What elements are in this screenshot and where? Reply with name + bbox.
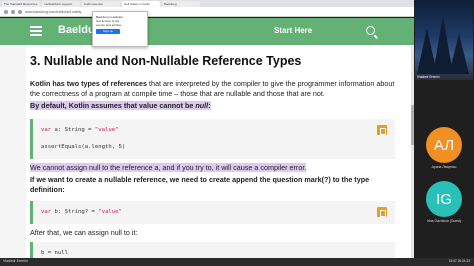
- address-bar[interactable]: www.baeldung.com/kotlin/null-safety: [0, 7, 414, 17]
- taskbar: Vladimir Eremin 15:47 26.04.23: [0, 258, 474, 266]
- article-body: 3. Nullable and Non-Nullable Reference T…: [0, 45, 414, 258]
- code-text: b: String? =: [51, 209, 99, 215]
- browser-tab[interactable]: The Standard Resources: [2, 0, 40, 7]
- browser-tab-bar: The Standard Resources multiplatform-sup…: [0, 0, 414, 7]
- highlight-text: We cannot assign null to the reference a…: [30, 163, 307, 172]
- code-keyword: var: [41, 127, 52, 133]
- code-text: a: String =: [51, 127, 95, 133]
- taskbar-user: Vladimir Eremin: [3, 259, 28, 263]
- code-line: var b: String? = "value": [41, 207, 387, 218]
- browser-tab[interactable]: Kotlin use-site: [82, 0, 120, 7]
- highlighted-paragraph: By default, Kotlin assumes that value ca…: [30, 101, 395, 111]
- paragraph: We cannot assign null to the reference a…: [30, 163, 395, 173]
- highlight-suffix: :: [208, 101, 211, 110]
- participant-name: Арина Лещенко: [431, 165, 457, 169]
- paragraph-bold: If we want to create a nullable referenc…: [30, 175, 370, 194]
- avatar[interactable]: АЛ: [426, 127, 462, 163]
- taskbar-clock: 15:47 26.04.23: [449, 259, 470, 263]
- code-block: var a: String = "value" assertEquals(a.l…: [30, 119, 395, 159]
- paragraph: After that, we can assign null to it:: [30, 228, 138, 237]
- paragraph-bold: Kotlin has two types of references: [30, 79, 148, 88]
- search-icon[interactable]: [366, 26, 375, 35]
- highlight-em: null: [195, 101, 209, 110]
- left-gutter: [0, 45, 26, 258]
- participant-name: Vladimir Eremin: [417, 75, 440, 79]
- url-text[interactable]: www.baeldung.com/kotlin/null-safety: [25, 10, 81, 14]
- start-here-link[interactable]: Start Here: [274, 26, 312, 35]
- article-content: 3. Nullable and Non-Nullable Reference T…: [30, 53, 395, 258]
- menu-icon[interactable]: [30, 26, 42, 36]
- section-heading: 3. Nullable and Non-Nullable Reference T…: [30, 54, 302, 68]
- code-line: b = null: [41, 250, 68, 256]
- code-string: "value": [98, 209, 122, 215]
- browser-tab[interactable]: multiplatform-support: [42, 0, 80, 7]
- browser-tab[interactable]: Baeldung: [162, 0, 200, 7]
- video-tile[interactable]: Vladimir Eremin: [415, 0, 473, 80]
- clock-date: 26.04.23: [457, 259, 470, 263]
- popup-signup-button[interactable]: Sign up: [96, 29, 120, 34]
- code-block: var b: String? = "value": [30, 201, 395, 224]
- code-line: var a: String = "value": [41, 125, 387, 136]
- code-line: assertEquals(a.length, 5): [41, 144, 126, 150]
- site-header: Baeldung Start Here: [0, 18, 414, 45]
- code-block: b = null: [30, 242, 395, 258]
- popup-line: course and articles: [96, 23, 122, 27]
- participant-name: Irina Gavrilova (Guest): [426, 219, 462, 223]
- code-keyword: var: [41, 209, 52, 215]
- clock-time: 15:47: [448, 259, 457, 263]
- browser-tab-active[interactable]: Null Safety in Kotlin: [122, 0, 160, 7]
- paragraph: Kotlin has two types of references that …: [30, 79, 395, 99]
- highlight-text: By default, Kotlin assumes that value ca…: [30, 101, 196, 110]
- newsletter-popup: Baeldung newsletter Get access to the co…: [92, 11, 148, 47]
- reload-icon[interactable]: [18, 9, 22, 14]
- back-icon[interactable]: [4, 9, 8, 14]
- avatar[interactable]: IG: [426, 181, 462, 217]
- copy-code-button[interactable]: [377, 207, 387, 217]
- forward-icon[interactable]: [11, 9, 15, 14]
- code-string: "value": [94, 127, 119, 133]
- copy-code-button[interactable]: [377, 125, 387, 135]
